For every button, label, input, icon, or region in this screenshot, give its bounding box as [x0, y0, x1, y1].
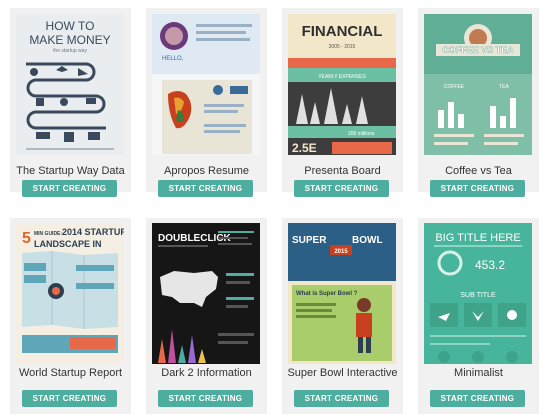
template-card-dark-2-information[interactable]: DOUBLECLICK Dark 2 Information START CRE… — [146, 218, 267, 414]
preview-text: HOW TO — [46, 19, 95, 33]
start-creating-button[interactable]: START CREATING — [158, 390, 253, 407]
template-card-super-bowl-interactive[interactable]: SUPER BOWL 2015 What is Super Bowl ? Sup… — [282, 218, 403, 414]
apropos-resume-preview: HELLO, — [152, 14, 260, 155]
template-card-apropos-resume[interactable]: HELLO, Apropos Resume START CREATING — [146, 8, 267, 197]
presenta-board-preview: FINANCIAL 2005 - 2015 YEARLY EXPENSES 20… — [288, 14, 396, 155]
startup-way-preview: HOW TO MAKE MONEY the startup way — [16, 14, 124, 155]
start-creating-button[interactable]: START CREATING — [22, 180, 117, 197]
template-thumbnail[interactable]: HELLO, — [152, 14, 260, 155]
template-card-coffee-vs-tea[interactable]: COFFEE VS TEA COFFEE TEA Coffee vs Tea S… — [418, 8, 539, 197]
preview-text: the startup way — [53, 48, 87, 54]
preview-text: FINANCIAL — [302, 23, 383, 40]
template-thumbnail[interactable]: BIG TITLE HERE 453.2 SUB TITLE — [424, 223, 532, 364]
template-card-minimalist[interactable]: BIG TITLE HERE 453.2 SUB TITLE Minimalis… — [418, 218, 539, 414]
preview-text: BIG TITLE HERE — [435, 232, 520, 244]
template-title[interactable]: Apropos Resume — [146, 165, 267, 177]
start-creating-button[interactable]: START CREATING — [22, 390, 117, 407]
dark-2-information-preview: DOUBLECLICK — [152, 223, 260, 364]
start-creating-button[interactable]: START CREATING — [158, 180, 253, 197]
preview-text: COFFEE — [444, 84, 465, 90]
preview-text: LANDSCAPE IN — [34, 239, 102, 249]
template-title[interactable]: Coffee vs Tea — [418, 165, 539, 177]
preview-text: SUPER — [292, 235, 327, 246]
preview-text: YEARLY EXPENSES — [318, 74, 366, 80]
preview-text: COFFEE VS TEA — [442, 45, 514, 55]
preview-text: 2005 - 2015 — [329, 44, 356, 50]
template-card-startup-way[interactable]: HOW TO MAKE MONEY the startup way The St… — [10, 8, 131, 197]
template-card-presenta-board[interactable]: FINANCIAL 2005 - 2015 YEARLY EXPENSES 20… — [282, 8, 403, 197]
template-title[interactable]: Dark 2 Information — [146, 367, 267, 379]
preview-text: 5 — [22, 230, 31, 247]
preview-text: MIN GUIDE: — [34, 231, 62, 237]
preview-text: 2.5E — [292, 141, 317, 155]
preview-text: 2014 STARTUP — [62, 227, 124, 237]
start-creating-button[interactable]: START CREATING — [294, 180, 389, 197]
preview-text: MAKE MONEY — [29, 33, 110, 47]
coffee-vs-tea-preview: COFFEE VS TEA COFFEE TEA — [424, 14, 532, 155]
start-creating-button[interactable]: START CREATING — [430, 390, 525, 407]
preview-text: HELLO, — [162, 56, 184, 62]
template-thumbnail[interactable]: HOW TO MAKE MONEY the startup way — [16, 14, 124, 155]
template-title[interactable]: The Startup Way Data — [10, 165, 131, 177]
preview-text: SUB TITLE — [460, 292, 496, 299]
start-creating-button[interactable]: START CREATING — [430, 180, 525, 197]
template-thumbnail[interactable]: 5 MIN GUIDE: 2014 STARTUP LANDSCAPE IN — [16, 223, 124, 364]
template-title[interactable]: Super Bowl Interactive — [282, 367, 403, 379]
start-creating-button[interactable]: START CREATING — [294, 390, 389, 407]
template-title[interactable]: World Startup Report — [10, 367, 131, 379]
preview-text: What is Super Bowl ? — [296, 291, 358, 297]
template-thumbnail[interactable]: FINANCIAL 2005 - 2015 YEARLY EXPENSES 20… — [288, 14, 396, 155]
preview-text: 453.2 — [475, 258, 505, 272]
template-card-world-startup-report[interactable]: 5 MIN GUIDE: 2014 STARTUP LANDSCAPE IN W… — [10, 218, 131, 414]
template-thumbnail[interactable]: SUPER BOWL 2015 What is Super Bowl ? — [288, 223, 396, 364]
preview-text: BOWL — [352, 235, 383, 246]
template-title[interactable]: Presenta Board — [282, 165, 403, 177]
minimalist-preview: BIG TITLE HERE 453.2 SUB TITLE — [424, 223, 532, 364]
template-thumbnail[interactable]: DOUBLECLICK — [152, 223, 260, 364]
template-title[interactable]: Minimalist — [418, 367, 539, 379]
template-thumbnail[interactable]: COFFEE VS TEA COFFEE TEA — [424, 14, 532, 155]
super-bowl-preview: SUPER BOWL 2015 What is Super Bowl ? — [288, 223, 396, 364]
preview-text: 200 millions — [348, 131, 375, 137]
preview-text: 2015 — [334, 249, 348, 255]
preview-text: TEA — [499, 84, 509, 90]
world-startup-report-preview: 5 MIN GUIDE: 2014 STARTUP LANDSCAPE IN — [16, 223, 124, 364]
